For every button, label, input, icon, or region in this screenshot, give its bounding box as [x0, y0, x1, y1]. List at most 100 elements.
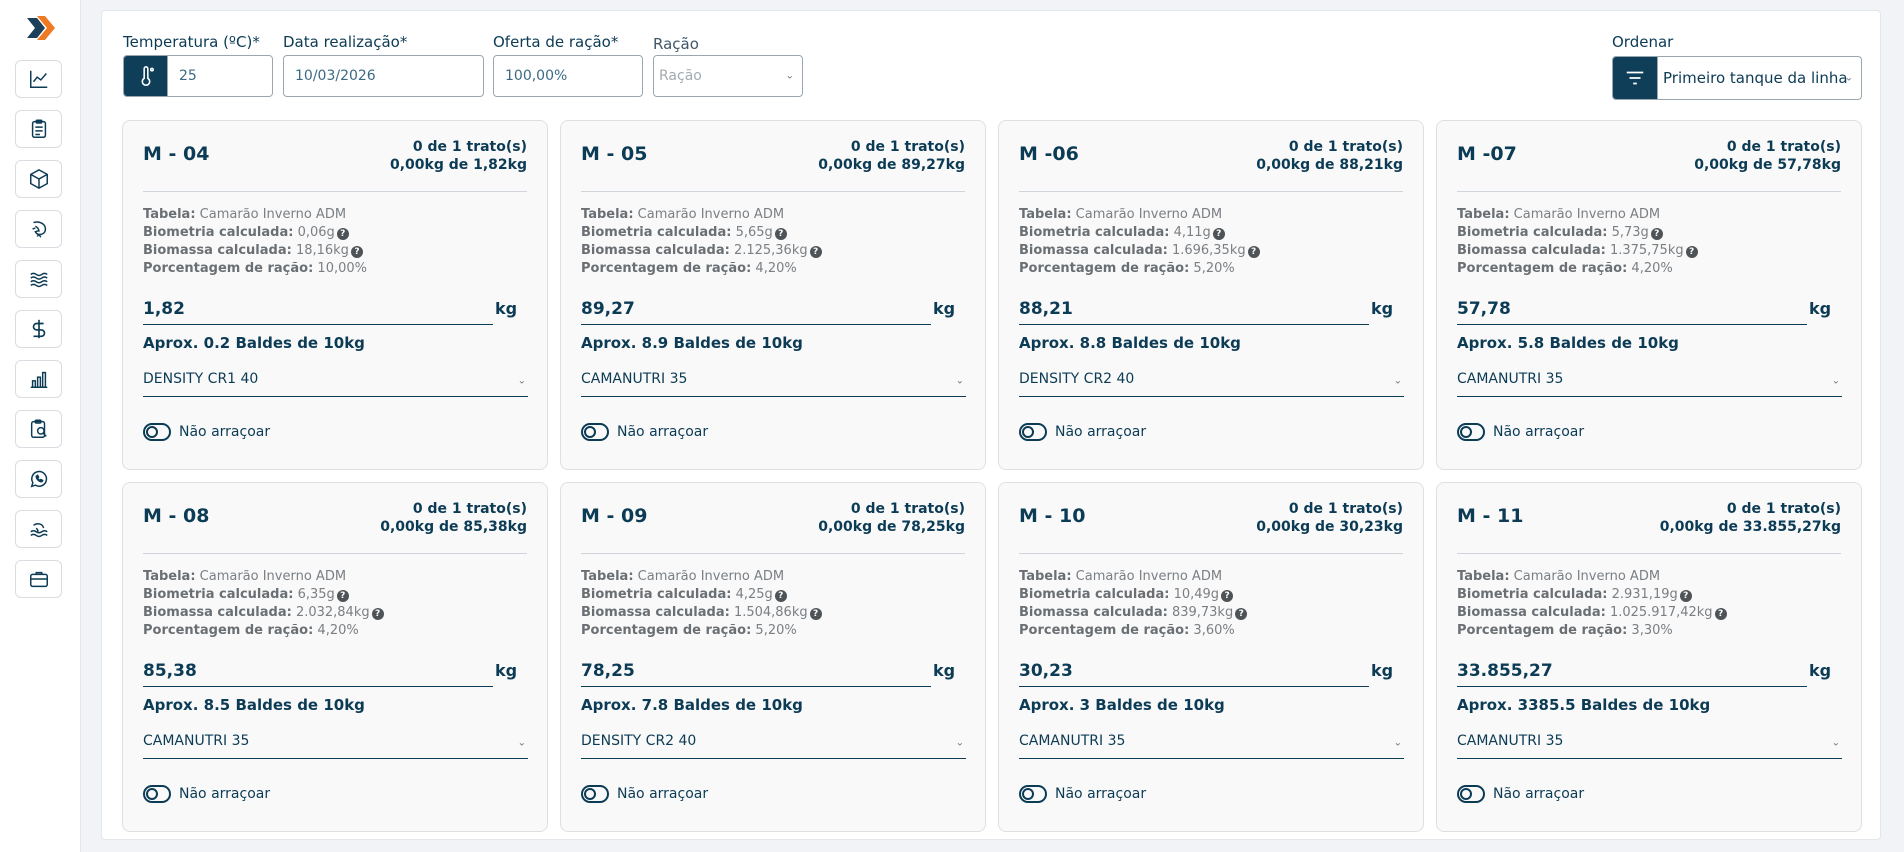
nao-arracoar-label: Não arraçoar — [179, 786, 271, 802]
racao-card-select[interactable]: CAMANUTRI 35 ⌄ — [1457, 727, 1842, 759]
quantity-input[interactable]: 30,23 — [1019, 659, 1369, 687]
racao-card-select[interactable]: CAMANUTRI 35 ⌄ — [143, 727, 528, 759]
baldes-estimate: Aprox. 0.2 Baldes de 10kg — [143, 334, 365, 352]
nao-arracoar-toggle-row[interactable]: Não arraçoar — [1457, 785, 1584, 803]
toggle-switch[interactable] — [1019, 423, 1047, 441]
trato-summary: 0 de 1 trato(s) 0,00kg de 85,38kg — [380, 500, 527, 536]
oferta-field[interactable]: 100,00% — [493, 55, 643, 97]
racao-card-select[interactable]: DENSITY CR1 40 ⌄ — [143, 365, 528, 397]
nao-arracoar-toggle-row[interactable]: Não arraçoar — [1457, 423, 1584, 441]
nav-shrimp[interactable] — [15, 210, 62, 248]
nav-inspection[interactable] — [15, 410, 62, 448]
toggle-switch[interactable] — [143, 785, 171, 803]
help-icon[interactable]: ? — [371, 608, 384, 620]
help-icon[interactable]: ? — [350, 246, 363, 258]
toggle-switch[interactable] — [581, 423, 609, 441]
quantity-input[interactable]: 57,78 — [1457, 297, 1807, 325]
trato-count: 0 de 1 trato(s) — [1288, 501, 1403, 517]
toggle-switch[interactable] — [1457, 423, 1485, 441]
racao-card-select[interactable]: CAMANUTRI 35 ⌄ — [581, 365, 966, 397]
help-icon[interactable]: ? — [1679, 590, 1692, 602]
tank-info: Tabela: Camarão Inverno ADM Biometria ca… — [581, 206, 822, 278]
help-icon[interactable]: ? — [1247, 246, 1260, 258]
biometria-label: Biometria calculada: — [143, 225, 294, 240]
quantity-input[interactable]: 33.855,27 — [1457, 659, 1807, 687]
racao-card-value: CAMANUTRI 35 — [143, 733, 250, 749]
help-icon[interactable]: ? — [1650, 228, 1663, 240]
divider — [581, 191, 965, 192]
nao-arracoar-toggle-row[interactable]: Não arraçoar — [1019, 785, 1146, 803]
nao-arracoar-toggle-row[interactable]: Não arraçoar — [581, 423, 708, 441]
racao-card-select[interactable]: DENSITY CR2 40 ⌄ — [1019, 365, 1404, 397]
tank-name: M - 10 — [1019, 505, 1086, 527]
nav-shrimp-farm[interactable] — [15, 510, 62, 548]
toggle-switch[interactable] — [1457, 785, 1485, 803]
chevron-down-icon: ⌄ — [1831, 375, 1840, 387]
tank-name: M - 05 — [581, 143, 648, 165]
nav-bar-chart[interactable] — [15, 360, 62, 398]
help-icon[interactable]: ? — [774, 228, 787, 240]
baldes-estimate: Aprox. 8.5 Baldes de 10kg — [143, 696, 365, 714]
biomassa-label: Biomassa calculada: — [1457, 243, 1606, 258]
trato-count: 0 de 1 trato(s) — [412, 501, 527, 517]
biomassa-value: 1.696,35kg — [1171, 243, 1246, 258]
porcentagem-label: Porcentagem de ração: — [581, 623, 752, 638]
tabela-value: Camarão Inverno ADM — [637, 207, 785, 222]
help-icon[interactable]: ? — [1685, 246, 1698, 258]
help-icon[interactable]: ? — [1221, 590, 1234, 602]
thermometer-icon — [124, 56, 168, 96]
nao-arracoar-toggle-row[interactable]: Não arraçoar — [143, 423, 270, 441]
help-icon[interactable]: ? — [1212, 228, 1225, 240]
nav-trend-chart[interactable] — [15, 60, 62, 98]
racao-card-select[interactable]: CAMANUTRI 35 ⌄ — [1457, 365, 1842, 397]
filter-icon — [1613, 57, 1658, 99]
baldes-estimate: Aprox. 5.8 Baldes de 10kg — [1457, 334, 1679, 352]
nav-whatsapp[interactable] — [15, 460, 62, 498]
toggle-switch[interactable] — [1019, 785, 1047, 803]
temperatura-label: Temperatura (ºC)* — [123, 33, 260, 51]
toggle-switch[interactable] — [581, 785, 609, 803]
biomassa-value: 1.375,75kg — [1609, 243, 1684, 258]
porcentagem-label: Porcentagem de ração: — [581, 261, 752, 276]
sidebar — [0, 0, 81, 852]
nao-arracoar-label: Não arraçoar — [1493, 424, 1585, 440]
nao-arracoar-label: Não arraçoar — [1055, 424, 1147, 440]
help-icon[interactable]: ? — [809, 608, 822, 620]
quantity-input[interactable]: 78,25 — [581, 659, 931, 687]
biomassa-value: 2.125,36kg — [733, 243, 808, 258]
nav-briefcase[interactable] — [15, 560, 62, 598]
nao-arracoar-toggle-row[interactable]: Não arraçoar — [143, 785, 270, 803]
help-icon[interactable]: ? — [1714, 608, 1727, 620]
racao-card-select[interactable]: DENSITY CR2 40 ⌄ — [581, 727, 966, 759]
nav-clipboard[interactable] — [15, 110, 62, 148]
toggle-switch[interactable] — [143, 423, 171, 441]
tabela-value: Camarão Inverno ADM — [1075, 569, 1223, 584]
help-icon[interactable]: ? — [1235, 608, 1248, 620]
tank-card: M -07 0 de 1 trato(s) 0,00kg de 57,78kg … — [1436, 120, 1862, 470]
tank-card: M - 09 0 de 1 trato(s) 0,00kg de 78,25kg… — [560, 482, 986, 832]
trato-summary: 0 de 1 trato(s) 0,00kg de 1,82kg — [390, 138, 527, 174]
help-icon[interactable]: ? — [336, 590, 349, 602]
quantity-input[interactable]: 88,21 — [1019, 297, 1369, 325]
help-icon[interactable]: ? — [336, 228, 349, 240]
nav-dollar[interactable] — [15, 310, 62, 348]
nav-water[interactable] — [15, 260, 62, 298]
data-field[interactable]: 10/03/2026 — [283, 55, 484, 97]
quantity-input[interactable]: 89,27 — [581, 297, 931, 325]
temperatura-field[interactable]: 25 — [123, 55, 273, 97]
nao-arracoar-toggle-row[interactable]: Não arraçoar — [1019, 423, 1146, 441]
help-icon[interactable]: ? — [774, 590, 787, 602]
racao-select[interactable]: Ração ⌄ — [653, 55, 803, 97]
quantity-input[interactable]: 1,82 — [143, 297, 493, 325]
quantity-input[interactable]: 85,38 — [143, 659, 493, 687]
divider — [143, 553, 527, 554]
racao-card-select[interactable]: CAMANUTRI 35 ⌄ — [1019, 727, 1404, 759]
porcentagem-value: 4,20% — [755, 261, 797, 276]
ordenar-select[interactable]: Primeiro tanque da linha ⌄ — [1612, 56, 1862, 100]
help-icon[interactable]: ? — [809, 246, 822, 258]
nao-arracoar-toggle-row[interactable]: Não arraçoar — [581, 785, 708, 803]
biometria-value: 4,11g — [1173, 225, 1211, 240]
tabela-label: Tabela: — [1457, 569, 1510, 584]
biometria-value: 6,35g — [297, 587, 335, 602]
nav-box[interactable] — [15, 160, 62, 198]
